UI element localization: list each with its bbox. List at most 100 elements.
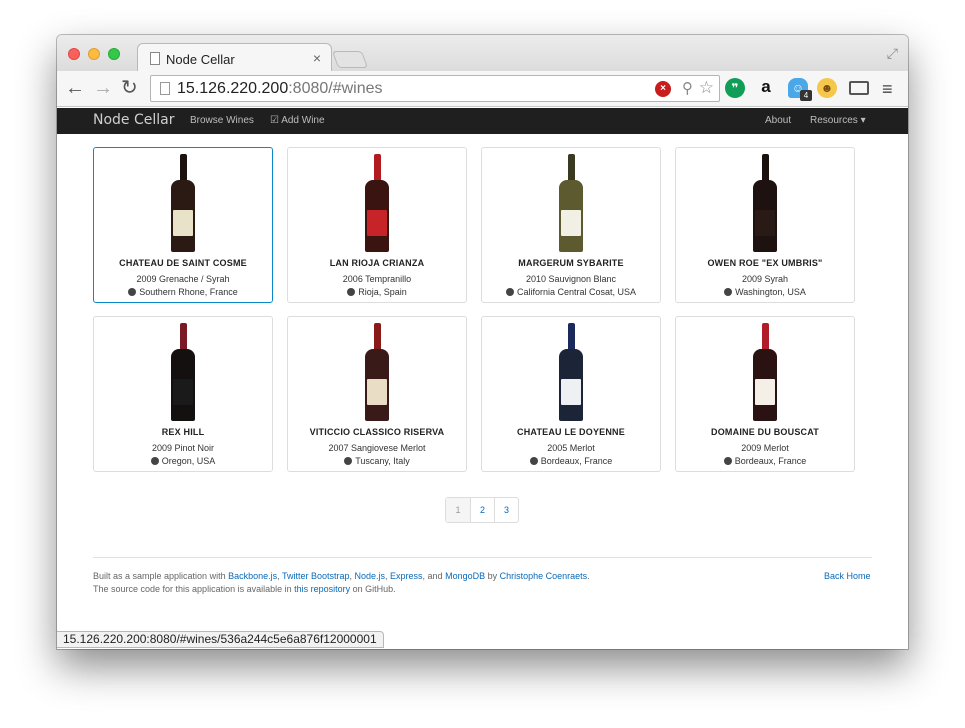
backbone-link[interactable]: Backbone.js — [228, 571, 277, 581]
wine-name[interactable]: MARGERUM SYBARITE — [482, 258, 660, 268]
wine-card[interactable]: VITICCIO CLASSICO RISERVA 2007 Sangiovese… — [287, 316, 467, 472]
footer-sep: , and — [422, 571, 446, 581]
bottle-body — [753, 349, 777, 421]
wine-bottle-image — [482, 152, 660, 252]
mongodb-link[interactable]: MongoDB — [445, 571, 485, 581]
wine-region: California Central Cosat, USA — [482, 287, 660, 297]
cat-extension-icon[interactable]: ☻ — [817, 78, 837, 98]
about-link[interactable]: About — [765, 115, 791, 126]
title-bar: Node Cellar × ⤢ — [57, 35, 908, 72]
wine-grape: 2009 Merlot — [741, 443, 789, 453]
blocked-content-icon[interactable]: × — [655, 81, 671, 97]
wine-name[interactable]: OWEN ROE "EX UMBRIS" — [676, 258, 854, 268]
bottle-label — [173, 379, 193, 405]
page-link-1[interactable]: 1 — [446, 498, 470, 522]
wine-bottle-image — [676, 321, 854, 421]
wine-bottle-image — [288, 152, 466, 252]
nodejs-link[interactable]: Node.js — [355, 571, 386, 581]
amazon-extension-icon[interactable]: a — [756, 78, 776, 98]
wine-region: Rioja, Spain — [288, 287, 466, 297]
wine-region-label: Tuscany, Italy — [355, 456, 410, 466]
footer-credits: Built as a sample application with Backb… — [93, 571, 590, 581]
bottle-neck — [761, 154, 769, 180]
page-link-3[interactable]: 3 — [494, 498, 518, 522]
close-window-button[interactable] — [68, 48, 80, 60]
cast-icon[interactable] — [849, 81, 869, 95]
bottle-icon — [753, 323, 777, 421]
globe-icon — [128, 288, 137, 296]
wine-region: Oregon, USA — [94, 456, 272, 466]
wine-region-label: Oregon, USA — [161, 456, 216, 466]
bottle-neck — [179, 154, 187, 180]
bottle-body — [171, 349, 195, 421]
wine-name[interactable]: CHATEAU DE SAINT COSME — [94, 258, 272, 268]
browser-window: Node Cellar × ⤢ ← → ↻ 15.126.220.200:808… — [57, 35, 908, 649]
zoom-icon[interactable]: ⚲ — [682, 79, 693, 97]
globe-icon — [150, 457, 159, 465]
reload-button[interactable]: ↻ — [121, 77, 138, 99]
back-home-link[interactable]: Back Home — [824, 571, 871, 581]
bottle-label — [755, 210, 775, 236]
wine-name[interactable]: LAN RIOJA CRIANZA — [288, 258, 466, 268]
page-icon — [160, 82, 170, 95]
wine-bottle-image — [288, 321, 466, 421]
bootstrap-link[interactable]: Twitter Bootstrap — [282, 571, 350, 581]
wine-name[interactable]: REX HILL — [94, 427, 272, 437]
bottle-body — [753, 180, 777, 252]
wine-card[interactable]: CHATEAU DE SAINT COSME 2009 Grenache / Sy… — [93, 147, 273, 303]
app-navbar: Node Cellar Browse Wines ☑ Add Wine Abou… — [57, 108, 908, 134]
bottle-label — [755, 379, 775, 405]
repository-link[interactable]: this repository — [294, 584, 350, 594]
wine-card[interactable]: DOMAINE DU BOUSCAT 2009 Merlot Bordeaux, F… — [675, 316, 855, 472]
wine-region: Tuscany, Italy — [288, 456, 466, 466]
wine-grape: 2009 Grenache / Syrah — [136, 274, 230, 284]
zoom-window-button[interactable] — [108, 48, 120, 60]
tab-title: Node Cellar — [166, 52, 235, 67]
url-host: 15.126.220.200 — [177, 80, 289, 97]
wine-region: Bordeaux, France — [482, 456, 660, 466]
new-tab-button[interactable] — [331, 51, 369, 68]
wine-card[interactable]: REX HILL 2009 Pinot Noir Oregon, USA — [93, 316, 273, 472]
wine-card[interactable]: MARGERUM SYBARITE 2010 Sauvignon Blanc Cal… — [481, 147, 661, 303]
back-button[interactable]: ← — [65, 77, 85, 99]
fullscreen-icon[interactable]: ⤢ — [887, 45, 898, 62]
bottle-icon — [171, 323, 195, 421]
wine-bottle-image — [482, 321, 660, 421]
bottle-body — [559, 180, 583, 252]
wine-grape: 2009 Pinot Noir — [151, 443, 215, 453]
wine-region-label: Rioja, Spain — [358, 287, 407, 297]
page-link-2[interactable]: 2 — [470, 498, 494, 522]
forward-button[interactable]: → — [93, 77, 113, 99]
tab-close-icon[interactable]: × — [313, 50, 321, 66]
wine-card[interactable]: LAN RIOJA CRIANZA 2006 Tempranillo Rioja, … — [287, 147, 467, 303]
globe-icon — [344, 457, 353, 465]
chrome-menu-icon[interactable]: ≡ — [882, 79, 893, 100]
bottle-neck — [567, 323, 575, 349]
wine-region-label: Bordeaux, France — [540, 456, 613, 466]
wine-bottle-image — [94, 321, 272, 421]
author-link[interactable]: Christophe Coenraets — [500, 571, 588, 581]
bottle-body — [171, 180, 195, 252]
wine-grape: 2005 Merlot — [547, 443, 595, 453]
address-bar[interactable]: 15.126.220.200:8080/#wines × ⚲ ☆ — [150, 75, 720, 102]
wine-name[interactable]: CHATEAU LE DOYENNE — [482, 427, 660, 437]
browser-tab[interactable]: Node Cellar × — [137, 43, 332, 72]
url-text[interactable]: 15.126.220.200:8080/#wines — [177, 80, 383, 98]
browse-wines-link[interactable]: Browse Wines — [190, 115, 254, 126]
resources-dropdown[interactable]: Resources ▾ — [810, 115, 866, 126]
wine-card[interactable]: CHATEAU LE DOYENNE 2005 Merlot Bordeaux, F… — [481, 316, 661, 472]
add-wine-link[interactable]: ☑ Add Wine — [270, 115, 325, 126]
footer-dot: . — [587, 571, 590, 581]
wine-name[interactable]: DOMAINE DU BOUSCAT — [676, 427, 854, 437]
wine-name[interactable]: VITICCIO CLASSICO RISERVA — [288, 427, 466, 437]
minimize-window-button[interactable] — [88, 48, 100, 60]
footer-by: by — [485, 571, 500, 581]
wine-grape: 2010 Sauvignon Blanc — [525, 274, 617, 284]
hangouts-extension-icon[interactable]: ❞ — [725, 78, 745, 98]
globe-icon — [724, 288, 733, 296]
wine-bottle-image — [676, 152, 854, 252]
wine-card[interactable]: OWEN ROE "EX UMBRIS" 2009 Syrah Washington… — [675, 147, 855, 303]
brand-link[interactable]: Node Cellar — [93, 112, 175, 128]
bookmark-star-icon[interactable]: ☆ — [699, 78, 714, 98]
express-link[interactable]: Express — [390, 571, 423, 581]
